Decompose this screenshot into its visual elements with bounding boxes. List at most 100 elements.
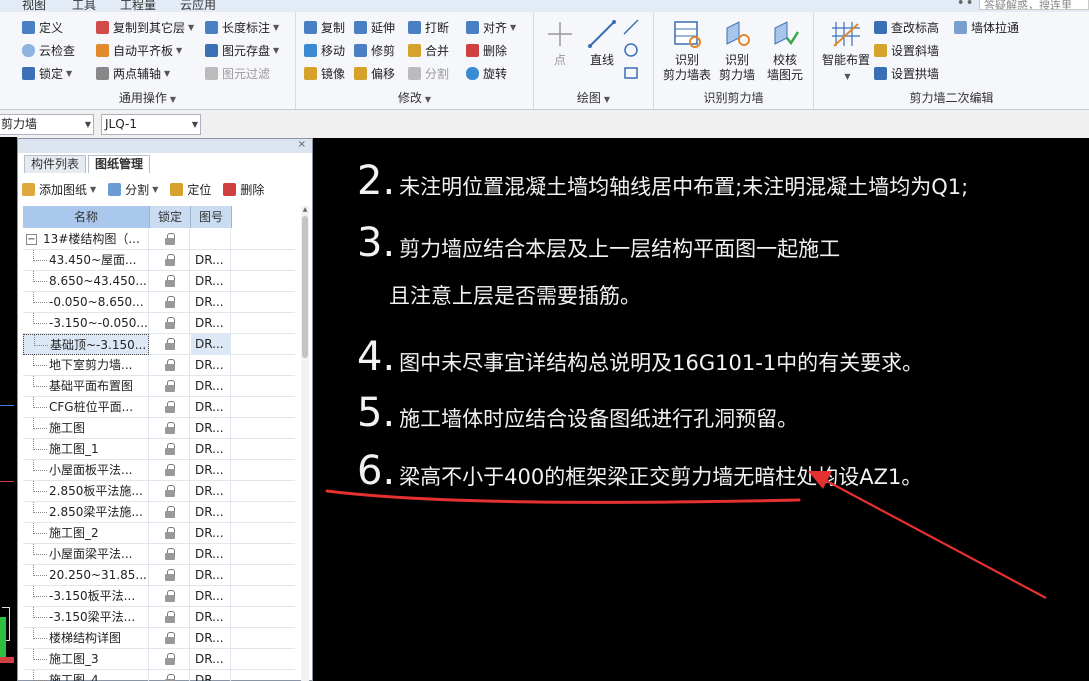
scrollbar-thumb[interactable] <box>302 216 308 358</box>
column-header-lock[interactable]: 锁定 <box>150 206 191 228</box>
tab-tools[interactable]: 工具 <box>72 0 96 12</box>
table-row[interactable]: 施工图 DR... <box>23 418 295 439</box>
lock-cell[interactable] <box>150 250 190 271</box>
offset-button[interactable]: 偏移 <box>354 63 395 83</box>
table-row[interactable]: 施工图_4 DR... <box>23 670 295 681</box>
table-row[interactable]: 基础平面布置图 DR... <box>23 376 295 397</box>
circle-icon[interactable] <box>622 41 640 59</box>
lock-cell[interactable] <box>150 565 190 586</box>
mirror-button[interactable]: 镜像 <box>304 63 345 83</box>
element-filter-button[interactable]: 图元过滤 <box>205 63 270 83</box>
lock-cell[interactable] <box>150 229 190 250</box>
lock-cell[interactable] <box>150 334 190 355</box>
wall-stretch-button[interactable]: 墙体拉通 <box>954 17 1019 37</box>
close-icon[interactable]: × <box>298 139 306 151</box>
table-row[interactable]: 小屋面板平法... DR... <box>23 460 295 481</box>
delete-button[interactable]: 删除 <box>466 40 507 60</box>
lock-cell[interactable] <box>150 523 190 544</box>
tab-view[interactable]: 视图 <box>22 0 46 12</box>
table-row[interactable]: 基础顶~-3.150... DR... <box>23 334 295 355</box>
table-row[interactable]: 2.850梁平法施... DR... <box>23 502 295 523</box>
length-dimension-button[interactable]: 长度标注 ▼ <box>205 17 279 37</box>
lock-cell[interactable] <box>150 460 190 481</box>
table-row[interactable]: 2.850板平法施... DR... <box>23 481 295 502</box>
lock-cell[interactable] <box>150 586 190 607</box>
user-icon[interactable]: ꔷ ꔷ <box>958 0 972 10</box>
locate-button[interactable]: 定位 <box>170 181 211 198</box>
cloud-check-button[interactable]: 云检查 <box>22 40 75 60</box>
tab-component-list[interactable]: 构件列表 <box>24 155 86 173</box>
rectangle-icon[interactable] <box>622 64 640 82</box>
lock-cell[interactable] <box>150 313 190 334</box>
chevron-down-icon[interactable]: ▼ <box>425 95 431 104</box>
align-button[interactable]: 对齐 ▼ <box>466 17 516 37</box>
lock-cell[interactable] <box>150 376 190 397</box>
rotate-button[interactable]: 旋转 <box>466 63 507 83</box>
split-drawing-button[interactable]: 分割 ▼ <box>108 181 158 198</box>
two-point-axis-button[interactable]: 两点辅轴 ▼ <box>96 63 170 83</box>
lock-cell[interactable] <box>150 481 190 502</box>
table-row[interactable]: -3.150板平法... DR... <box>23 586 295 607</box>
lock-button[interactable]: 锁定 ▼ <box>22 63 72 83</box>
table-row[interactable]: 施工图_3 DR... <box>23 649 295 670</box>
line-button[interactable]: 直线 <box>576 18 628 90</box>
copy-button[interactable]: 复制 <box>304 17 345 37</box>
column-header-id[interactable]: 图号 <box>191 206 232 228</box>
table-row[interactable]: 20.250~31.85... DR... <box>23 565 295 586</box>
save-element-button[interactable]: 图元存盘 ▼ <box>205 40 279 60</box>
component-type-select[interactable]: 剪力墙 ▼ <box>0 114 94 135</box>
help-search-input[interactable]: 答疑解惑，搜连里 <box>979 0 1089 10</box>
collapse-icon[interactable]: − <box>26 234 37 245</box>
table-row[interactable]: 小屋面梁平法... DR... <box>23 544 295 565</box>
extend-button[interactable]: 延伸 <box>354 17 395 37</box>
recognize-wall-table-button[interactable]: 识别 剪力墙表 <box>660 18 714 90</box>
table-row[interactable]: -3.150~-0.050... DR... <box>23 313 295 334</box>
move-button[interactable]: 移动 <box>304 40 345 60</box>
cad-canvas[interactable]: 2. 未注明位置混凝土墙均轴线居中布置;未注明混凝土墙均为Q1; 3. 剪力墙应结合本… <box>313 138 1089 681</box>
lock-cell[interactable] <box>150 439 190 460</box>
lock-cell[interactable] <box>150 649 190 670</box>
lock-cell[interactable] <box>150 502 190 523</box>
table-row[interactable]: CFG桩位平面... DR... <box>23 397 295 418</box>
copy-to-floor-button[interactable]: 复制到其它层 ▼ <box>96 17 194 37</box>
set-slant-wall-button[interactable]: 设置斜墙 <box>874 40 939 60</box>
define-button[interactable]: 定义 <box>22 17 63 37</box>
split-button[interactable]: 分割 <box>408 63 449 83</box>
lock-cell[interactable] <box>150 292 190 313</box>
column-header-name[interactable]: 名称 <box>23 206 150 228</box>
table-row[interactable]: 施工图_2 DR... <box>23 523 295 544</box>
component-name-select[interactable]: JLQ-1 ▼ <box>101 114 201 135</box>
break-button[interactable]: 打断 <box>408 17 449 37</box>
chevron-down-icon[interactable]: ▼ <box>170 95 176 104</box>
smart-layout-button[interactable]: 智能布置 ▼ <box>818 18 874 90</box>
lock-cell[interactable] <box>150 397 190 418</box>
lock-cell[interactable] <box>150 271 190 292</box>
lock-cell[interactable] <box>150 355 190 376</box>
auto-align-slab-button[interactable]: 自动平齐板 ▼ <box>96 40 182 60</box>
table-row[interactable]: 地下室剪力墙... DR... <box>23 355 295 376</box>
check-elevation-button[interactable]: 查改标高 <box>874 17 939 37</box>
recognize-wall-button[interactable]: 识别 剪力墙 <box>712 18 762 90</box>
delete-drawing-button[interactable]: 删除 <box>223 181 264 198</box>
add-drawing-button[interactable]: 添加图纸 ▼ <box>22 181 96 198</box>
tab-quantity[interactable]: 工程量 <box>120 0 156 12</box>
table-row[interactable]: 43.450~屋面... DR... <box>23 250 295 271</box>
lock-cell[interactable] <box>150 544 190 565</box>
table-row[interactable]: 8.650~43.450... DR... <box>23 271 295 292</box>
check-wall-button[interactable]: 校核 墙图元 <box>760 18 810 90</box>
tree-root-row[interactable]: −13#楼结构图（... <box>23 229 295 250</box>
lock-cell[interactable] <box>150 670 190 681</box>
tab-cloud[interactable]: 云应用 <box>180 0 216 12</box>
table-row[interactable]: -3.150梁平法... DR... <box>23 607 295 628</box>
trim-button[interactable]: 修剪 <box>354 40 395 60</box>
table-row[interactable]: 施工图_1 DR... <box>23 439 295 460</box>
table-row[interactable]: -0.050~8.650... DR... <box>23 292 295 313</box>
lock-cell[interactable] <box>150 607 190 628</box>
arc-icon[interactable] <box>622 18 640 36</box>
tab-drawing-manager[interactable]: 图纸管理 <box>88 155 150 173</box>
lock-cell[interactable] <box>150 628 190 649</box>
lock-cell[interactable] <box>150 418 190 439</box>
table-row[interactable]: 楼梯结构详图 DR... <box>23 628 295 649</box>
merge-button[interactable]: 合并 <box>408 40 449 60</box>
chevron-down-icon[interactable]: ▼ <box>604 95 610 104</box>
